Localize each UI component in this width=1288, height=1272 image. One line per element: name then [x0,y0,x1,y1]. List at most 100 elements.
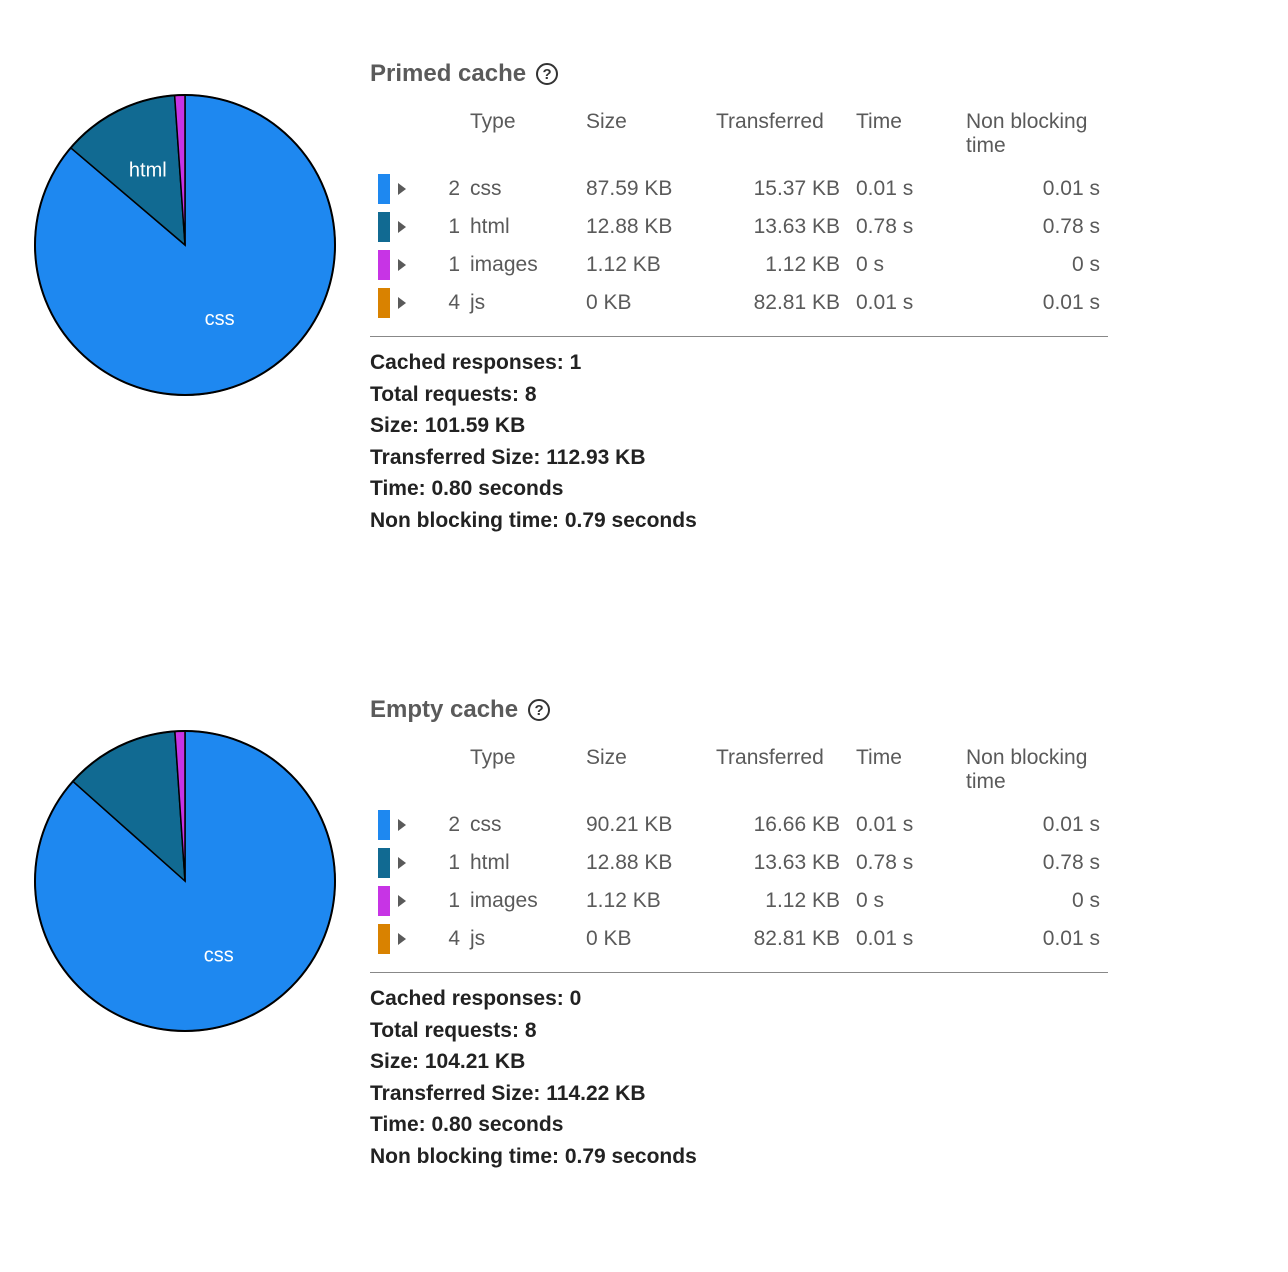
chevron-right-icon [398,857,406,869]
col-nbt: Non blocking time [958,104,1108,170]
color-swatch-cell [370,882,398,920]
row-time: 0.78 s [848,844,958,882]
row-transferred: 1.12 KB [708,246,848,284]
row-count: 1 [418,208,462,246]
row-transferred: 1.12 KB [708,882,848,920]
row-time: 0.78 s [848,208,958,246]
row-time: 0.01 s [848,284,958,322]
divider [370,336,1108,337]
section-title-text: Empty cache [370,696,518,724]
color-swatch-cell [370,284,398,322]
summary-cached: Cached responses: 0 [370,983,1108,1015]
row-transferred: 16.66 KB [708,806,848,844]
table-row: 4 js 0 KB 82.81 KB 0.01 s 0.01 s [370,920,1108,958]
expand-row-button[interactable] [398,882,418,920]
chevron-right-icon [398,259,406,271]
expand-row-button[interactable] [398,920,418,958]
row-nbt: 0 s [958,246,1108,284]
pie-label-html: html [129,160,167,182]
row-size: 1.12 KB [578,882,708,920]
color-swatch [378,250,390,280]
cache-section-empty: css Empty cache ? Type Size Transferred … [0,636,1288,1172]
help-icon[interactable]: ? [528,699,550,721]
row-transferred: 82.81 KB [708,920,848,958]
summary-block: Cached responses: 0 Total requests: 8 Si… [370,983,1108,1172]
row-size: 90.21 KB [578,806,708,844]
color-swatch-cell [370,920,398,958]
col-time: Time [848,104,958,170]
table-row: 1 images 1.12 KB 1.12 KB 0 s 0 s [370,246,1108,284]
row-type: js [462,284,578,322]
summary-time: Time: 0.80 seconds [370,473,1108,505]
row-type: images [462,882,578,920]
color-swatch-cell [370,170,398,208]
col-size: Size [578,740,708,806]
summary-total: Total requests: 8 [370,379,1108,411]
color-swatch [378,212,390,242]
chevron-right-icon [398,819,406,831]
expand-row-button[interactable] [398,844,418,882]
color-swatch [378,174,390,204]
row-time: 0.01 s [848,920,958,958]
pie-chart: css html [30,90,340,400]
help-icon[interactable]: ? [536,63,558,85]
expand-row-button[interactable] [398,246,418,284]
expand-row-button[interactable] [398,170,418,208]
row-type: html [462,844,578,882]
row-transferred: 13.63 KB [708,844,848,882]
color-swatch [378,848,390,878]
row-count: 1 [418,882,462,920]
row-size: 87.59 KB [578,170,708,208]
row-size: 12.88 KB [578,844,708,882]
summary-nbt: Non blocking time: 0.79 seconds [370,505,1108,537]
summary-size: Size: 104.21 KB [370,1046,1108,1078]
chevron-right-icon [398,895,406,907]
row-count: 2 [418,170,462,208]
pie-label-css: css [204,945,234,967]
table-row: 1 images 1.12 KB 1.12 KB 0 s 0 s [370,882,1108,920]
breakdown-table: Type Size Transferred Time Non blocking … [370,104,1108,322]
divider [370,972,1108,973]
row-type: css [462,806,578,844]
row-type: css [462,170,578,208]
breakdown-table: Type Size Transferred Time Non blocking … [370,740,1108,958]
summary-total: Total requests: 8 [370,1015,1108,1047]
summary-cached: Cached responses: 1 [370,347,1108,379]
summary-nbt: Non blocking time: 0.79 seconds [370,1141,1108,1173]
row-nbt: 0.78 s [958,208,1108,246]
table-row: 2 css 87.59 KB 15.37 KB 0.01 s 0.01 s [370,170,1108,208]
expand-row-button[interactable] [398,284,418,322]
pie-label-css: css [205,308,235,330]
color-swatch-cell [370,246,398,284]
row-time: 0.01 s [848,806,958,844]
summary-time: Time: 0.80 seconds [370,1109,1108,1141]
row-type: js [462,920,578,958]
expand-row-button[interactable] [398,806,418,844]
row-count: 4 [418,920,462,958]
color-swatch [378,886,390,916]
row-nbt: 0 s [958,882,1108,920]
row-type: images [462,246,578,284]
row-type: html [462,208,578,246]
row-size: 12.88 KB [578,208,708,246]
table-row: 1 html 12.88 KB 13.63 KB 0.78 s 0.78 s [370,208,1108,246]
content-column: Empty cache ? Type Size Transferred Time… [370,696,1288,1172]
color-swatch-cell [370,844,398,882]
content-column: Primed cache ? Type Size Transferred Tim… [370,60,1288,536]
col-transferred: Transferred [708,740,848,806]
col-nbt: Non blocking time [958,740,1108,806]
color-swatch [378,810,390,840]
color-swatch [378,924,390,954]
section-title-text: Primed cache [370,60,526,88]
section-title: Primed cache ? [370,60,1108,88]
row-count: 2 [418,806,462,844]
row-size: 0 KB [578,920,708,958]
col-type: Type [462,740,578,806]
color-swatch [378,288,390,318]
col-time: Time [848,740,958,806]
row-transferred: 13.63 KB [708,208,848,246]
row-size: 1.12 KB [578,246,708,284]
summary-transferred: Transferred Size: 114.22 KB [370,1078,1108,1110]
expand-row-button[interactable] [398,208,418,246]
row-count: 1 [418,246,462,284]
